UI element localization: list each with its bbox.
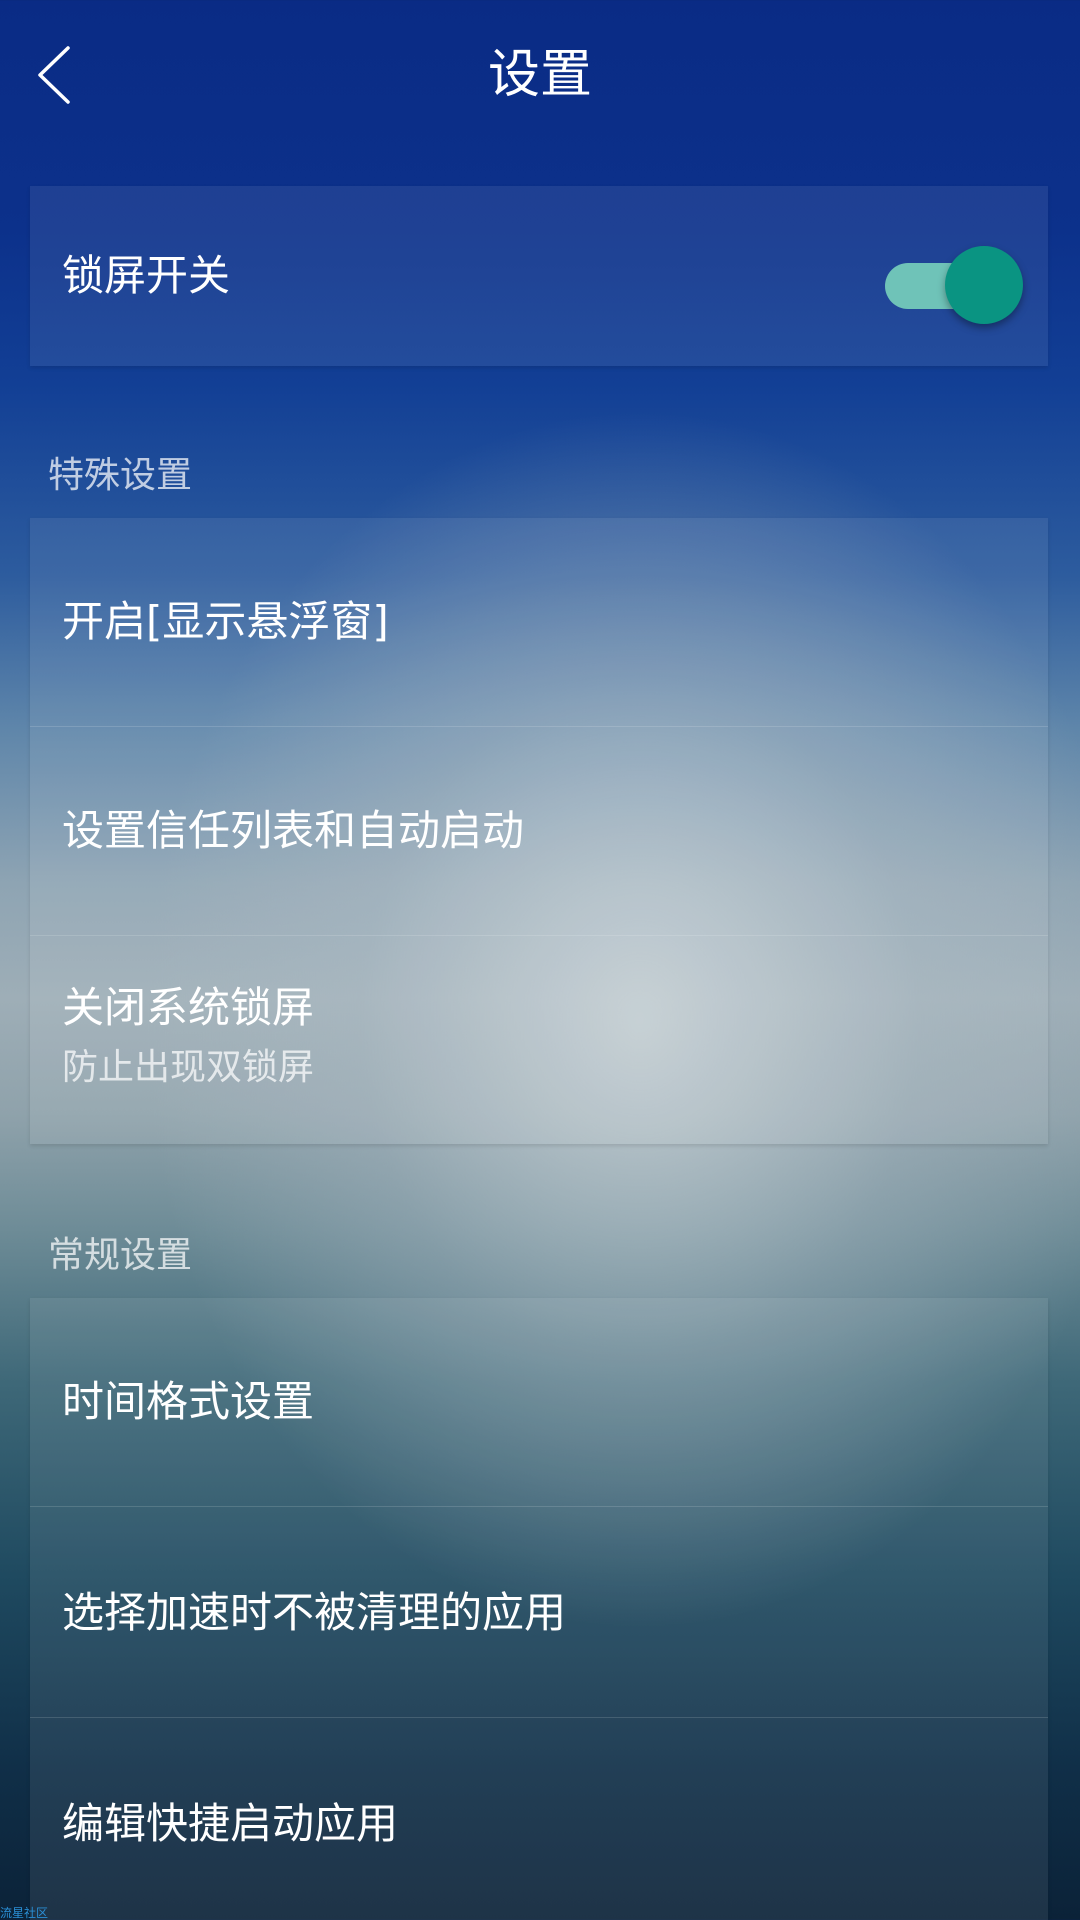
lock-screen-label: 锁屏开关 bbox=[62, 251, 231, 300]
watermark: 流星社区 bbox=[0, 1906, 49, 1920]
list-item-label: 关闭系统锁屏 bbox=[62, 983, 315, 1032]
general-settings-card: 时间格式设置 选择加速时不被清理的应用 编辑快捷启动应用 bbox=[30, 1298, 1048, 1920]
section-title-general: 常规设置 bbox=[48, 1235, 193, 1276]
lock-screen-row[interactable]: 锁屏开关 bbox=[30, 186, 1048, 366]
list-item-label: 开启[显示悬浮窗] bbox=[62, 597, 389, 646]
special-settings-card: 开启[显示悬浮窗] 设置信任列表和自动启动 关闭系统锁屏 防止出现双锁屏 bbox=[30, 518, 1048, 1144]
section-title-special: 特殊设置 bbox=[48, 455, 193, 496]
list-item-disable-system-lock[interactable]: 关闭系统锁屏 防止出现双锁屏 bbox=[30, 936, 1048, 1144]
list-item-label: 时间格式设置 bbox=[62, 1377, 315, 1426]
app-header: 设置 bbox=[0, 0, 1080, 150]
toggle-thumb bbox=[945, 246, 1023, 324]
lock-screen-card: 锁屏开关 bbox=[30, 186, 1048, 366]
lock-screen-toggle[interactable] bbox=[855, 231, 1023, 324]
list-item-trust-list[interactable]: 设置信任列表和自动启动 bbox=[30, 727, 1048, 936]
list-item-label: 设置信任列表和自动启动 bbox=[62, 806, 525, 855]
list-item-whitelist-apps[interactable]: 选择加速时不被清理的应用 bbox=[30, 1507, 1048, 1718]
list-item-label: 选择加速时不被清理的应用 bbox=[62, 1588, 567, 1637]
page-title: 设置 bbox=[487, 45, 592, 105]
list-item-time-format[interactable]: 时间格式设置 bbox=[30, 1298, 1048, 1507]
list-item-quick-launch[interactable]: 编辑快捷启动应用 bbox=[30, 1718, 1048, 1920]
list-item-label: 编辑快捷启动应用 bbox=[62, 1799, 399, 1848]
list-item-floating-window[interactable]: 开启[显示悬浮窗] bbox=[30, 518, 1048, 727]
list-item-subtitle: 防止出现双锁屏 bbox=[62, 1047, 315, 1088]
